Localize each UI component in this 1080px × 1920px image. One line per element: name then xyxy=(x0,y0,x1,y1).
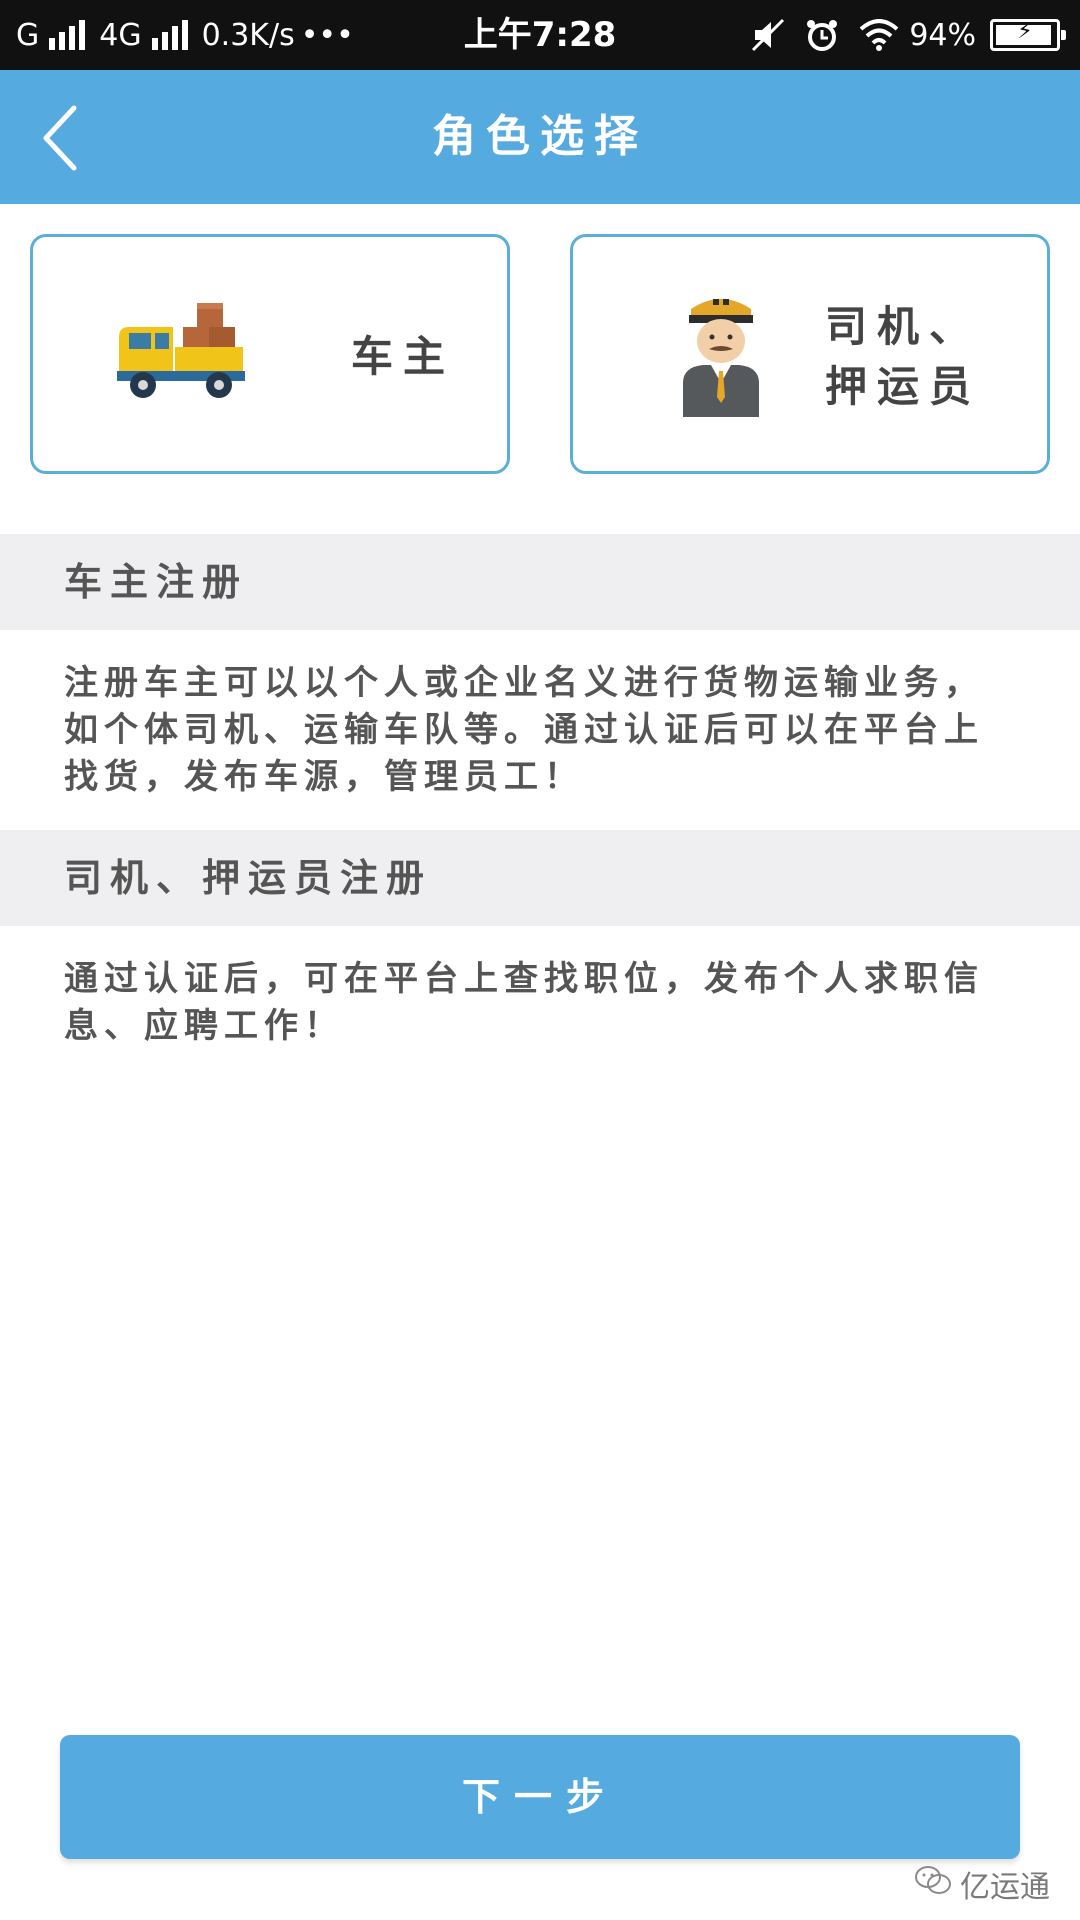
role-label-driver: 司机、 押运员 xyxy=(825,297,1025,417)
truck-icon xyxy=(115,297,247,411)
app-bar: 角色选择 xyxy=(0,70,1080,204)
mute-icon xyxy=(751,18,785,52)
battery-icon: ⚡ xyxy=(990,19,1066,51)
charging-icon: ⚡ xyxy=(1017,19,1033,44)
section-description-driver: 通过认证后，可在平台上查找职位，发布个人求职信息、应聘工作！ xyxy=(64,959,984,1046)
status-bar-right: 94% ⚡ xyxy=(741,0,1066,70)
wifi-icon xyxy=(859,19,899,51)
next-button[interactable]: 下一步 xyxy=(60,1735,1020,1859)
wechat-icon xyxy=(914,1865,952,1903)
battery-percent: 94% xyxy=(909,17,976,53)
section-title: 车主注册 xyxy=(64,559,249,604)
role-label-driver-line2: 押运员 xyxy=(825,362,982,411)
role-label-owner: 车主 xyxy=(351,332,456,381)
alarm-icon xyxy=(805,18,839,52)
watermark-text: 亿运通 xyxy=(960,1870,1050,1905)
role-label-driver-line1: 司机、 xyxy=(825,302,982,351)
watermark: 亿运通 xyxy=(914,1862,1050,1906)
section-description-owner: 注册车主可以以个人或企业名义进行货物运输业务，如个体司机、运输车队等。通过认证后… xyxy=(64,663,984,797)
role-card-owner[interactable]: 车主 xyxy=(30,234,510,474)
driver-icon xyxy=(679,287,763,421)
role-card-driver[interactable]: 司机、 押运员 xyxy=(570,234,1050,474)
section-title: 司机、押运员注册 xyxy=(64,855,433,900)
section-header-driver: 司机、押运员注册 xyxy=(0,830,1080,926)
section-header-owner: 车主注册 xyxy=(0,534,1080,630)
page-title: 角色选择 xyxy=(432,111,648,162)
status-bar: G 4G 0.3K/s ••• 上午7:28 94% ⚡ xyxy=(0,0,1080,70)
